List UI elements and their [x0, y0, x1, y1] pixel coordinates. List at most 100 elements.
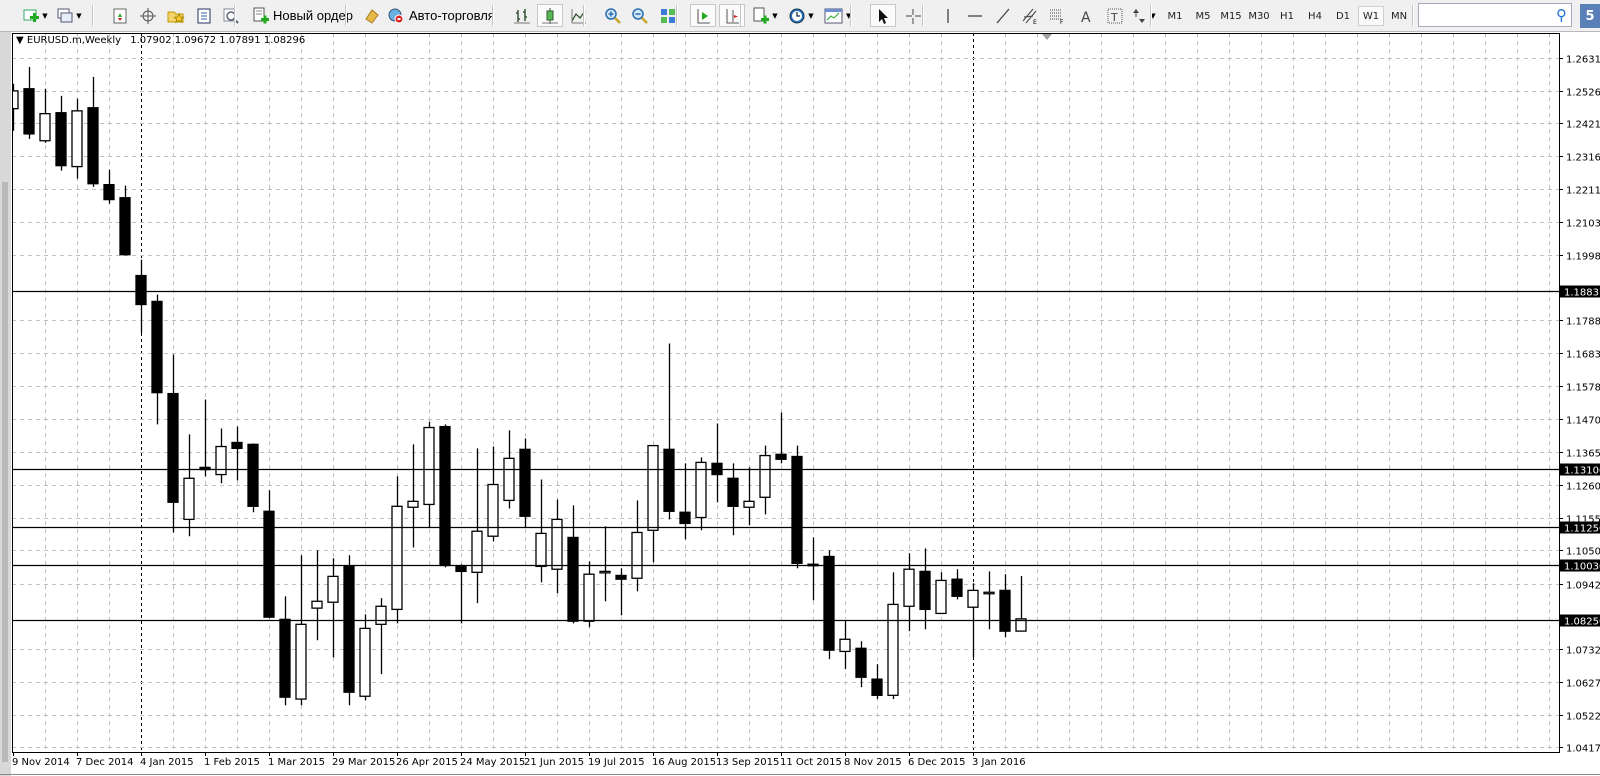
candle	[615, 568, 627, 616]
candle	[567, 505, 579, 624]
candle-body-bear	[823, 555, 835, 651]
candle-body-bull	[71, 110, 83, 168]
y-tick-label: 1.22110	[1566, 186, 1600, 197]
candle	[727, 463, 739, 536]
candle	[135, 259, 147, 334]
candle	[311, 550, 323, 641]
candle-body-bear	[679, 511, 691, 525]
candle-body-bull	[327, 575, 339, 603]
candle-body-bull	[311, 600, 323, 609]
plot-frame	[12, 33, 1560, 753]
candle-body-bull	[839, 638, 851, 653]
y-tick-label: 1.25260	[1566, 88, 1600, 99]
candle	[551, 499, 563, 594]
candle-body-bear	[151, 300, 163, 394]
candle	[87, 76, 99, 187]
x-tick-label: 11 Oct 2015	[780, 757, 842, 768]
candle-body-bull	[967, 589, 979, 608]
candle	[151, 294, 163, 425]
candle	[775, 412, 787, 464]
x-tick-label: 26 Apr 2015	[396, 757, 458, 768]
y-tick-label: 1.15780	[1566, 383, 1600, 394]
price-label: 1.08250	[1564, 617, 1600, 628]
candle	[871, 664, 883, 700]
candle	[743, 467, 755, 526]
price-label: 1.18837	[1564, 288, 1600, 299]
candle	[279, 596, 291, 706]
candle-body-bear	[727, 477, 739, 507]
candle-body-bull	[551, 518, 563, 570]
x-tick-label: 3 Jan 2016	[972, 757, 1026, 768]
x-tick-label: 6 Dec 2015	[908, 757, 966, 768]
candle-body-bull	[743, 500, 755, 508]
candle	[807, 537, 819, 601]
chart-header: ▼ EURUSD.m,Weekly 1.07902 1.09672 1.0789…	[16, 35, 305, 46]
candle	[695, 457, 707, 531]
candle	[711, 423, 723, 503]
x-tick-label: 29 Mar 2015	[332, 757, 395, 768]
y-tick-label: 1.21030	[1566, 219, 1600, 230]
candle-body-bull	[183, 477, 195, 521]
chart-menu-triangle-icon[interactable]: ▼	[16, 35, 24, 46]
price-chart[interactable]: 1.26310 1.25260 1.24210 1.23160 1.22110 1.210…	[0, 0, 1600, 776]
candle-body-bull	[599, 570, 611, 574]
candle-body-bull	[407, 500, 419, 508]
y-tick-label: 1.07320	[1566, 646, 1600, 657]
x-tick-label: 7 Dec 2014	[76, 757, 134, 768]
y-tick-label: 1.13650	[1566, 449, 1600, 460]
candle	[215, 428, 227, 484]
x-tick-label: 4 Jan 2015	[140, 757, 194, 768]
candle	[647, 444, 659, 563]
price-label: 1.13100	[1564, 466, 1600, 477]
y-tick-label: 1.05220	[1566, 712, 1600, 723]
candle-body-bear	[135, 274, 147, 306]
candle-body-bull	[695, 461, 707, 519]
candle	[663, 343, 675, 520]
candle-body-bull	[295, 623, 307, 700]
candle-body-bear	[615, 574, 627, 580]
candle	[887, 572, 899, 700]
candle-body-bull	[39, 113, 51, 142]
candle	[119, 185, 131, 256]
x-tick-label: 19 Jul 2015	[588, 757, 645, 768]
candle-body-bull	[887, 603, 899, 696]
candle-body-bear	[343, 565, 355, 693]
candle-body-bear	[567, 536, 579, 622]
y-tick-label: 1.17880	[1566, 317, 1600, 328]
candle-body-bear	[791, 455, 803, 564]
candle-body-bear	[999, 589, 1011, 632]
candle	[471, 448, 483, 604]
candle	[327, 558, 339, 658]
candle	[55, 95, 67, 171]
candle	[535, 479, 547, 583]
candle-body-bear	[663, 448, 675, 512]
candle	[375, 598, 387, 675]
candle-body-bear	[23, 88, 35, 135]
x-tick-label: 9 Nov 2014	[12, 757, 70, 768]
y-tick-label: 1.24210	[1566, 120, 1600, 131]
candle-body-bear	[855, 647, 867, 678]
candle	[39, 88, 51, 143]
y-tick-label: 1.19980	[1566, 252, 1600, 263]
candle	[423, 421, 435, 528]
candle	[103, 169, 115, 204]
candle-body-bear	[119, 197, 131, 256]
y-tick-label: 1.06270	[1566, 679, 1600, 690]
y-tick-label: 1.16830	[1566, 350, 1600, 361]
candle-body-bear	[871, 678, 883, 696]
candle	[519, 438, 531, 528]
chart-shift-marker-icon[interactable]	[1042, 34, 1052, 40]
candle	[935, 572, 947, 615]
x-tick-label: 24 May 2015	[460, 757, 525, 768]
x-tick-label: 13 Sep 2015	[716, 757, 779, 768]
y-tick-label: 1.14700	[1566, 416, 1600, 427]
candle	[759, 445, 771, 515]
price-label: 1.10030	[1564, 562, 1600, 573]
candle-body-bull	[903, 568, 915, 607]
candle	[439, 424, 451, 568]
chart-ohlc: 1.07902 1.09672 1.07891 1.08296	[130, 35, 306, 46]
candle	[231, 426, 243, 481]
candle	[999, 574, 1011, 638]
candle-body-bear	[87, 107, 99, 185]
candle	[71, 98, 83, 179]
